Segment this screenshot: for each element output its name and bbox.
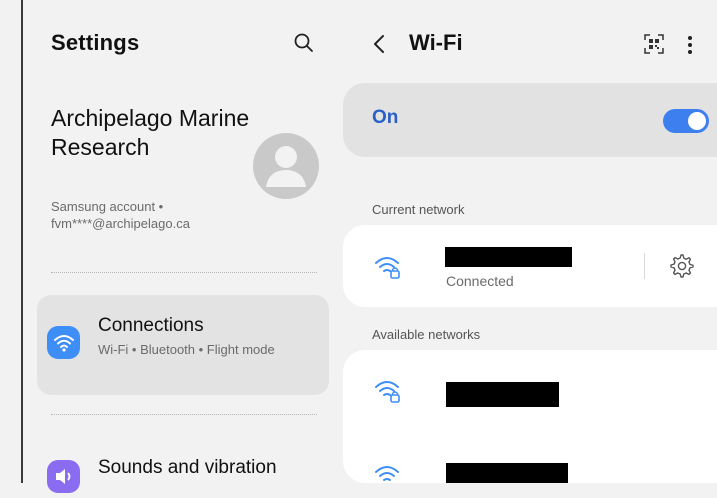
ssid-redacted (445, 247, 572, 267)
search-icon[interactable] (291, 30, 317, 56)
sounds-title: Sounds and vibration (98, 457, 277, 478)
person-avatar-icon[interactable] (253, 133, 319, 199)
divider (51, 414, 317, 415)
page-title: Wi-Fi (409, 30, 463, 55)
wifi-toggle-card[interactable]: On (343, 83, 717, 157)
network-row[interactable] (343, 435, 717, 483)
wifi-lock-icon (373, 376, 403, 406)
settings-gear-icon[interactable] (668, 252, 696, 280)
ssid-redacted (446, 382, 559, 407)
wifi-icon (47, 326, 80, 359)
wifi-on-label: On (372, 107, 399, 128)
settings-pane: Settings Archipelago Marine Research Sam… (23, 0, 339, 493)
wifi-lock-icon (373, 461, 403, 491)
toggle-knob (688, 112, 706, 130)
current-network-label: Current network (372, 202, 465, 217)
menu-item-connections[interactable]: Connections Wi-Fi • Bluetooth • Flight m… (37, 295, 329, 395)
settings-title: Settings (51, 30, 140, 55)
wifi-pane: Wi-Fi On Current network Connected Avail… (339, 0, 717, 483)
wifi-lock-icon (373, 252, 403, 282)
current-network-card[interactable]: Connected (343, 225, 717, 307)
divider (51, 272, 317, 273)
qr-scan-icon[interactable] (643, 33, 665, 55)
network-row[interactable] (343, 350, 717, 420)
wifi-toggle-switch[interactable] (663, 109, 709, 133)
available-networks-label: Available networks (372, 327, 481, 342)
account-subtitle: Samsung account • fvm****@archipelago.ca (51, 199, 190, 231)
more-options-icon[interactable] (685, 33, 695, 57)
connections-subtitle: Wi-Fi • Bluetooth • Flight mode (98, 342, 275, 357)
available-networks-list (343, 350, 717, 483)
connection-status: Connected (446, 273, 514, 289)
menu-item-sounds[interactable]: Sounds and vibration (37, 452, 329, 493)
speaker-icon (47, 460, 80, 493)
connections-title: Connections (98, 315, 204, 336)
account-name[interactable]: Archipelago Marine Research (51, 104, 251, 162)
back-arrow-icon[interactable] (369, 31, 389, 57)
ssid-redacted (446, 463, 568, 483)
divider (644, 253, 645, 279)
